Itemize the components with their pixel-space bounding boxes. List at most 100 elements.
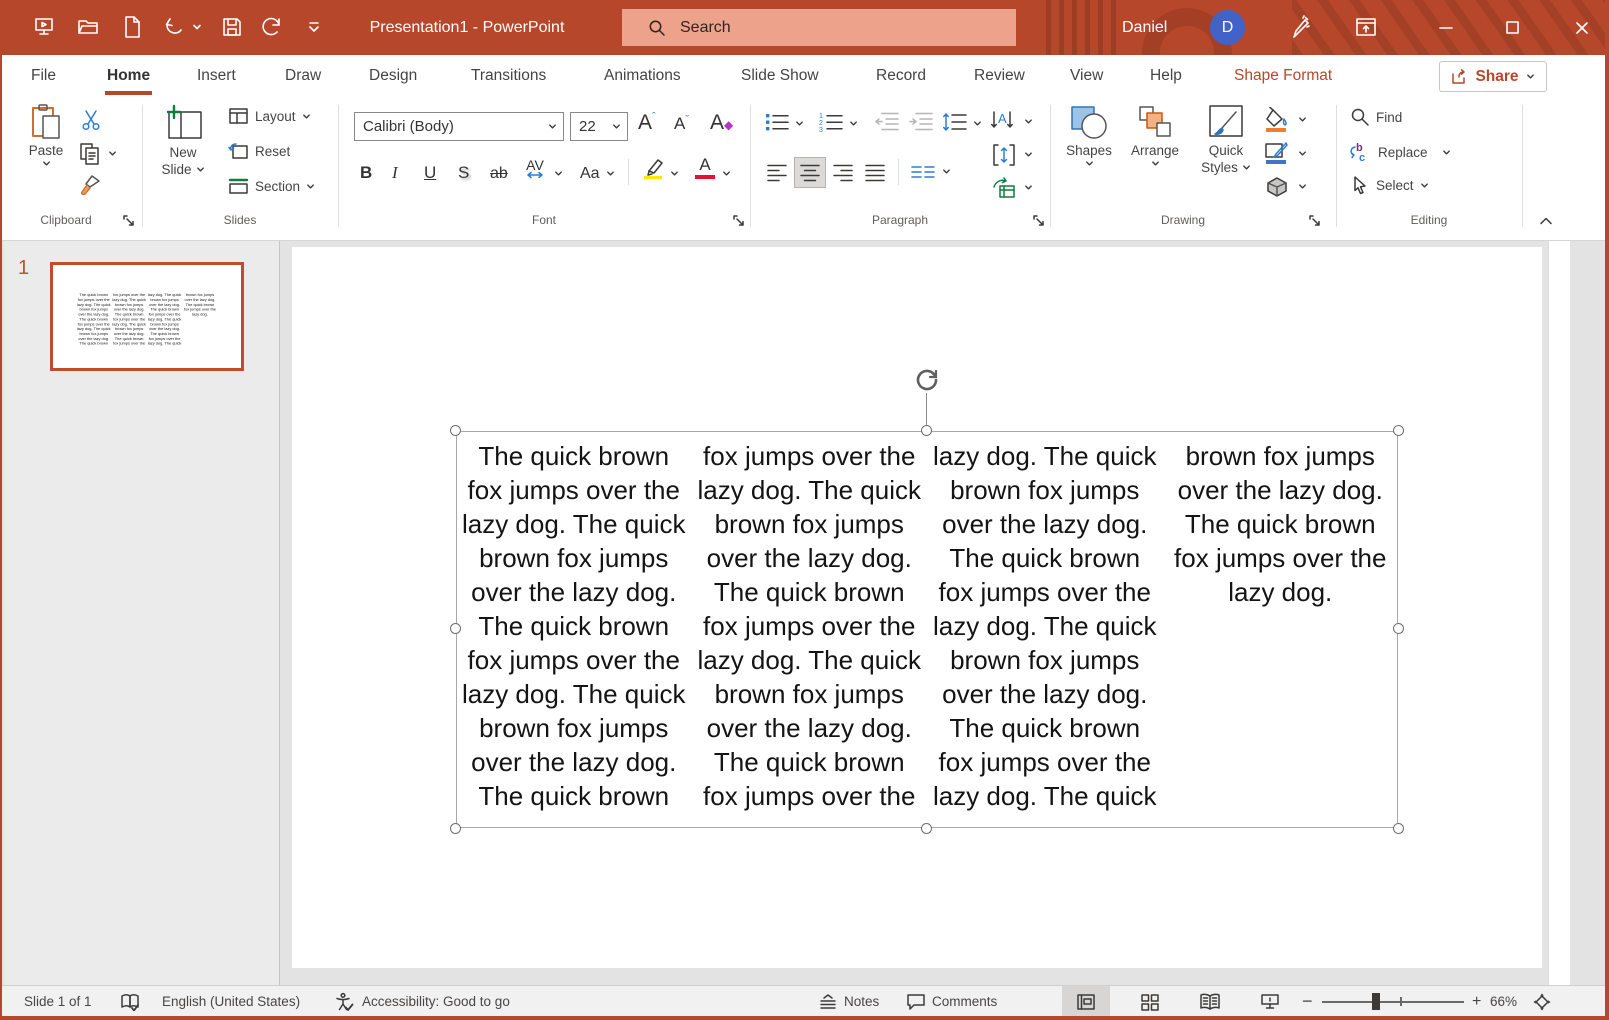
shape-outline-dropdown-icon[interactable] — [1298, 149, 1307, 158]
clear-formatting-button[interactable]: A◆ — [710, 111, 733, 135]
fit-to-window-icon[interactable] — [1532, 986, 1552, 1017]
cut-icon[interactable] — [80, 109, 102, 131]
accessibility-status[interactable]: Accessibility: Good to go — [362, 986, 510, 1017]
font-dialog-launcher-icon[interactable] — [732, 214, 746, 228]
comments-button[interactable]: Comments — [906, 986, 997, 1017]
copy-icon[interactable] — [78, 141, 102, 167]
shapes-dropdown-icon[interactable] — [1085, 159, 1094, 168]
tab-animations[interactable]: Animations — [602, 55, 683, 97]
shape-effects-dropdown-icon[interactable] — [1298, 182, 1307, 191]
increase-font-size-button[interactable]: Aˆ — [638, 111, 656, 135]
tab-home[interactable]: Home — [105, 55, 152, 97]
arrange-button[interactable]: Arrange — [1124, 104, 1186, 168]
resize-handle-bottom-right[interactable] — [1393, 823, 1404, 834]
line-spacing-button[interactable] — [942, 111, 968, 133]
zoom-slider-thumb[interactable] — [1372, 993, 1380, 1010]
open-icon[interactable] — [76, 16, 100, 38]
find-button[interactable]: Find — [1350, 107, 1402, 127]
text-direction-button[interactable]: A — [990, 109, 1016, 133]
resize-handle-top-right[interactable] — [1393, 425, 1404, 436]
vertical-scrollbar[interactable] — [1548, 241, 1570, 985]
paragraph-dialog-launcher-icon[interactable] — [1032, 214, 1046, 228]
tab-slide-show[interactable]: Slide Show — [739, 55, 821, 97]
bold-button[interactable]: B — [360, 159, 372, 185]
zoom-out-button[interactable]: − — [1302, 986, 1313, 1017]
font-size-select[interactable]: 22 — [570, 112, 628, 141]
minimize-button[interactable] — [1422, 0, 1469, 55]
ribbon-display-options-icon[interactable] — [1354, 16, 1378, 38]
strikethrough-button[interactable]: ab — [490, 159, 508, 185]
bullets-dropdown-icon[interactable] — [795, 119, 804, 128]
replace-button[interactable]: bc Replace — [1348, 141, 1451, 163]
maximize-button[interactable] — [1489, 0, 1536, 55]
select-button[interactable]: Select — [1350, 175, 1429, 195]
reading-view-button[interactable] — [1186, 986, 1234, 1017]
clipboard-dialog-launcher-icon[interactable] — [122, 214, 136, 228]
arrange-dropdown-icon[interactable] — [1151, 159, 1160, 168]
new-slide-dropdown-icon[interactable] — [196, 165, 205, 174]
layout-button[interactable]: Layout — [228, 107, 311, 125]
underline-button[interactable]: U — [424, 159, 436, 185]
new-document-icon[interactable] — [122, 15, 142, 39]
coming-soon-icon[interactable] — [1286, 15, 1312, 41]
columns-button[interactable] — [910, 163, 936, 181]
shape-fill-button[interactable] — [1264, 107, 1290, 133]
tab-file[interactable]: File — [29, 55, 58, 97]
tab-shape-format[interactable]: Shape Format — [1232, 55, 1334, 97]
copy-dropdown-icon[interactable] — [108, 149, 117, 158]
user-name[interactable]: Daniel — [1122, 0, 1167, 55]
bullets-button[interactable] — [764, 111, 790, 133]
character-spacing-button[interactable]: AV — [526, 159, 544, 185]
drawing-dialog-launcher-icon[interactable] — [1308, 214, 1322, 228]
convert-to-smartart-button[interactable] — [992, 177, 1016, 199]
spell-check-icon[interactable] — [120, 986, 140, 1017]
paste-dropdown-icon[interactable] — [42, 159, 51, 168]
paste-button[interactable]: Paste — [20, 104, 72, 168]
smartart-dropdown-icon[interactable] — [1024, 183, 1033, 192]
resize-handle-middle-right[interactable] — [1393, 623, 1404, 634]
avatar[interactable]: D — [1210, 10, 1245, 45]
resize-handle-middle-left[interactable] — [450, 623, 461, 634]
format-painter-icon[interactable] — [78, 173, 102, 197]
share-button[interactable]: Share — [1439, 61, 1547, 92]
quick-styles-dropdown-icon[interactable] — [1242, 163, 1251, 172]
redo-icon[interactable] — [260, 15, 284, 39]
zoom-level[interactable]: 66% — [1490, 986, 1517, 1017]
text-box-border[interactable] — [456, 431, 1398, 828]
increase-indent-button[interactable] — [908, 111, 934, 133]
align-text-button[interactable] — [992, 143, 1016, 167]
resize-handle-top-left[interactable] — [450, 425, 461, 436]
resize-handle-top-center[interactable] — [921, 425, 932, 436]
decrease-font-size-button[interactable]: Aˇ — [674, 114, 689, 134]
zoom-in-button[interactable]: + — [1472, 986, 1481, 1017]
align-text-dropdown-icon[interactable] — [1024, 150, 1033, 159]
highlight-dropdown-icon[interactable] — [670, 169, 679, 178]
line-spacing-dropdown-icon[interactable] — [973, 119, 982, 128]
shape-outline-button[interactable] — [1264, 141, 1290, 167]
tab-review[interactable]: Review — [972, 55, 1027, 97]
shape-effects-button[interactable] — [1264, 175, 1290, 199]
shapes-button[interactable]: Shapes — [1060, 104, 1118, 168]
rotate-handle[interactable] — [912, 365, 942, 395]
shape-fill-dropdown-icon[interactable] — [1298, 115, 1307, 124]
numbering-dropdown-icon[interactable] — [849, 119, 858, 128]
new-slide-button[interactable]: New Slide — [152, 104, 214, 178]
font-color-button[interactable]: A — [694, 155, 716, 179]
accessibility-icon[interactable] — [334, 986, 354, 1017]
notes-button[interactable]: Notes — [818, 986, 879, 1017]
change-case-dropdown-icon[interactable] — [606, 169, 615, 178]
tab-transitions[interactable]: Transitions — [469, 55, 548, 97]
quick-styles-button[interactable]: Quick Styles — [1194, 104, 1258, 176]
align-left-button[interactable] — [762, 159, 792, 187]
selected-text-box[interactable]: The quick brownfox jumps over thelazy do… — [456, 431, 1398, 828]
undo-button[interactable] — [162, 15, 186, 39]
tab-help[interactable]: Help — [1148, 55, 1184, 97]
font-color-dropdown-icon[interactable] — [722, 169, 731, 178]
save-button[interactable] — [220, 15, 244, 39]
tab-record[interactable]: Record — [874, 55, 928, 97]
normal-view-button[interactable] — [1062, 986, 1110, 1017]
slide-canvas[interactable]: The quick brownfox jumps over thelazy do… — [292, 247, 1542, 968]
resize-handle-bottom-left[interactable] — [450, 823, 461, 834]
tab-view[interactable]: View — [1068, 55, 1105, 97]
tab-insert[interactable]: Insert — [195, 55, 238, 97]
